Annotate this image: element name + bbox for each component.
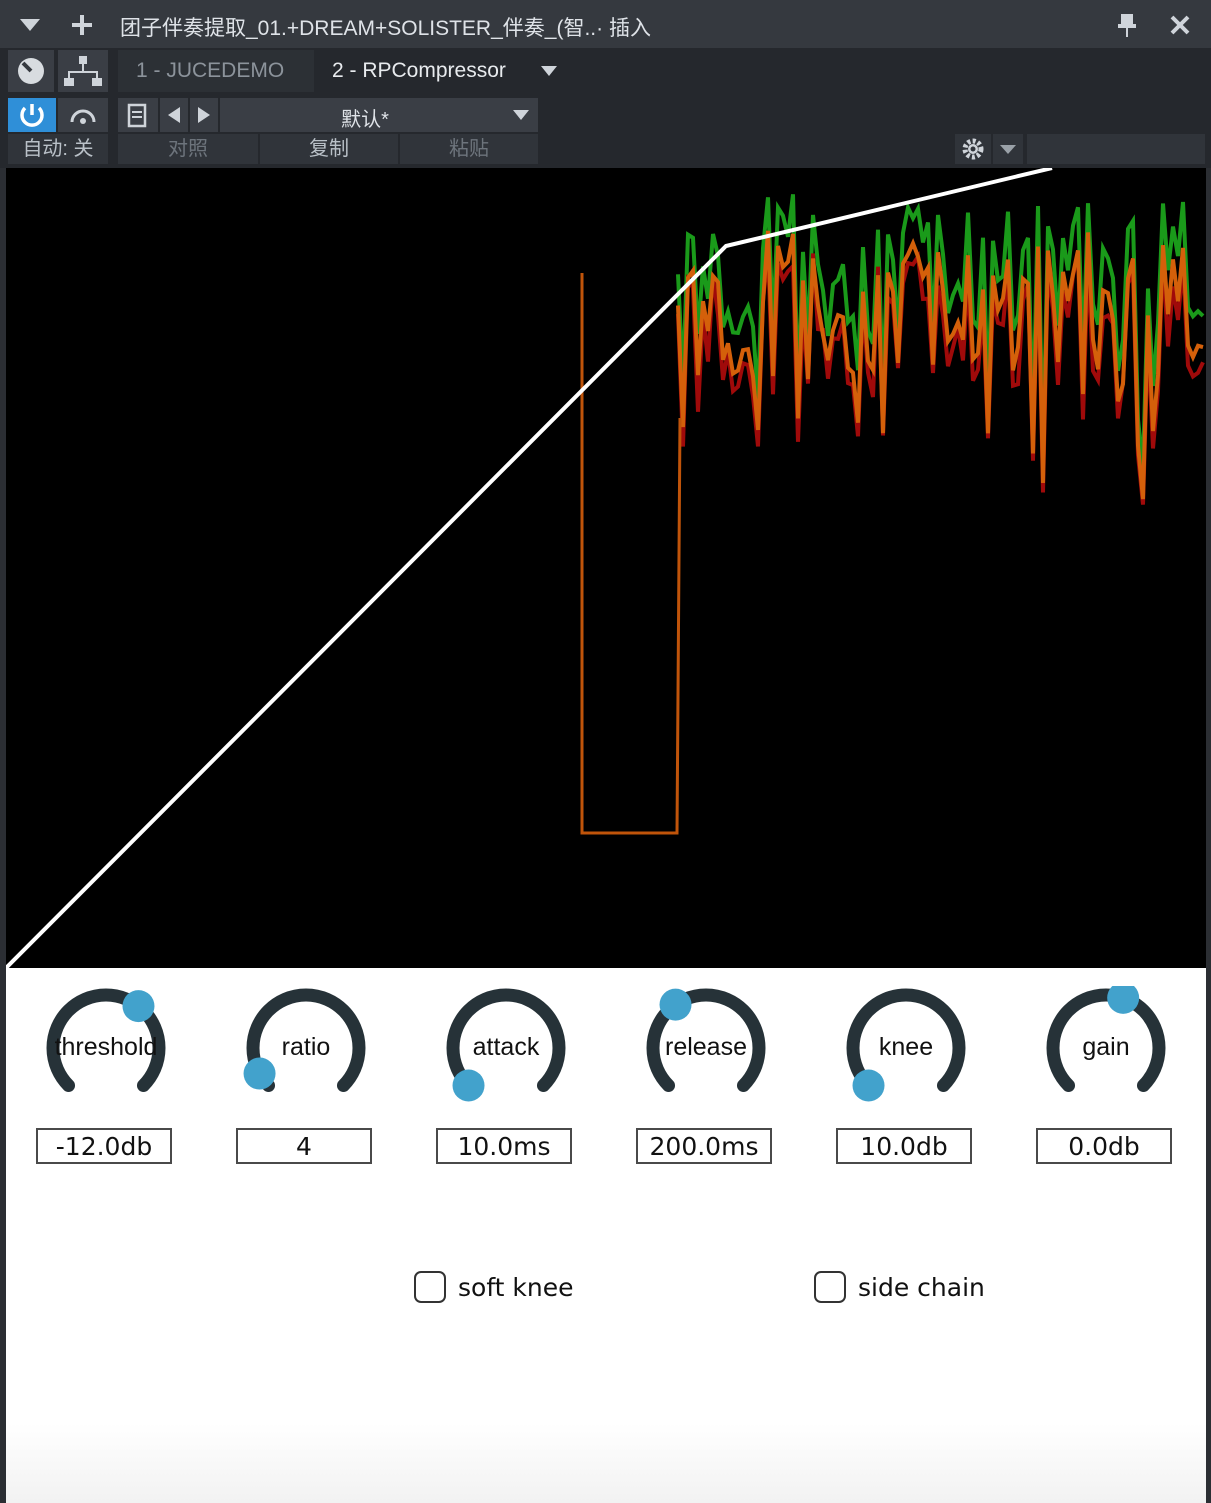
compressor-display: [6, 168, 1206, 968]
previous-preset-icon[interactable]: [160, 98, 188, 132]
pin-icon[interactable]: [1112, 0, 1142, 50]
tab-label: 1 - JUCEDEMO: [136, 59, 285, 82]
tab-jucedemo[interactable]: 1 - JUCEDEMO: [118, 50, 314, 92]
sidechain-input[interactable]: [1027, 134, 1205, 164]
soft-knee-label: soft knee: [458, 1273, 574, 1302]
knob-thumb[interactable]: [243, 1057, 276, 1090]
preset-list-icon[interactable]: [118, 98, 158, 132]
power-icon: [20, 104, 44, 127]
plugin-tab-bar: 1 - JUCEDEMO 2 - RPCompressor: [0, 48, 1211, 96]
preset-bar: 自动: 关 默认* 对照 复制 粘贴: [0, 96, 1211, 168]
gear-icon[interactable]: [955, 134, 991, 164]
chevron-down-icon[interactable]: [993, 134, 1023, 164]
automation-toggle[interactable]: 自动: 关: [8, 134, 108, 164]
knob-value-field[interactable]: 10.0db: [836, 1128, 972, 1164]
knob-thumb[interactable]: [452, 1069, 485, 1102]
knob-label: attack: [472, 1033, 540, 1061]
knob-label: ratio: [281, 1033, 331, 1061]
chevron-down-icon: [513, 110, 529, 120]
monitor-icon[interactable]: [58, 98, 108, 132]
compare-button[interactable]: 对照: [118, 134, 258, 164]
tab-rpcompressor[interactable]: 2 - RPCompressor: [314, 50, 572, 92]
title-bar: 团子伴奏提取_01.+DREAM+SOLISTER_伴奏_(智..· 插入: [0, 0, 1211, 50]
level-meter: [676, 194, 1205, 505]
knob-thumb[interactable]: [852, 1069, 885, 1102]
copy-button[interactable]: 复制: [260, 134, 398, 164]
next-preset-icon[interactable]: [190, 98, 218, 132]
knob-attack[interactable]: attack: [436, 986, 576, 1126]
side-chain-checkbox[interactable]: [814, 1271, 846, 1303]
knob-label: knee: [878, 1033, 934, 1061]
knob-value-field[interactable]: -12.0db: [36, 1128, 172, 1164]
side-chain-label: side chain: [858, 1273, 985, 1302]
knob-release[interactable]: release: [636, 986, 776, 1126]
knob-gain[interactable]: gain: [1036, 981, 1176, 1126]
knob-value-field[interactable]: 4: [236, 1128, 372, 1164]
chevron-down-icon[interactable]: [540, 64, 558, 78]
paste-button[interactable]: 粘贴: [400, 134, 538, 164]
knob-thumb[interactable]: [122, 990, 155, 1023]
power-button[interactable]: [8, 98, 56, 132]
knob-threshold[interactable]: threshold: [36, 986, 176, 1126]
knob-label: threshold: [54, 1033, 158, 1061]
knob-value-field[interactable]: 0.0db: [1036, 1128, 1172, 1164]
preset-selector[interactable]: 默认*: [220, 98, 538, 132]
window-title: 团子伴奏提取_01.+DREAM+SOLISTER_伴奏_(智..· 插入: [120, 17, 651, 40]
knob-ratio[interactable]: ratio: [236, 986, 376, 1126]
preset-name: 默认*: [341, 109, 389, 131]
tab-label: 2 - RPCompressor: [332, 59, 506, 82]
knob-knee[interactable]: knee: [836, 986, 976, 1126]
knob-value-field[interactable]: 200.0ms: [636, 1128, 772, 1164]
knob-label: gain: [1082, 1033, 1130, 1061]
soft-knee-checkbox[interactable]: [414, 1271, 446, 1303]
close-icon[interactable]: [1164, 0, 1196, 50]
plugin-menu-icon[interactable]: [8, 50, 54, 92]
level-graph: [6, 168, 1205, 968]
knob-value-field[interactable]: 10.0ms: [436, 1128, 572, 1164]
routing-icon[interactable]: [58, 50, 108, 92]
gain-reduction-trace: [580, 273, 682, 835]
knob-label: release: [665, 1033, 747, 1061]
controls-panel: threshold -12.0db ratio 4 attack 10.0ms releas…: [6, 968, 1206, 1503]
knob-thumb[interactable]: [659, 988, 692, 1021]
